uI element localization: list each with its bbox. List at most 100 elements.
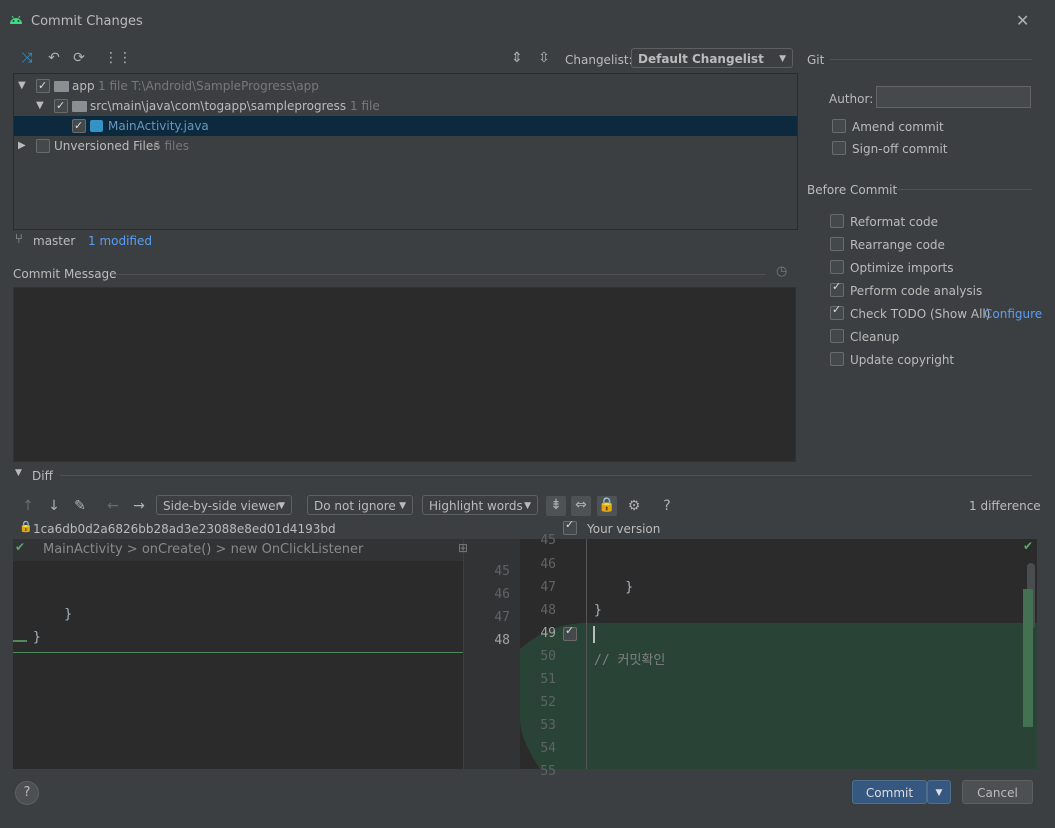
expand-icon[interactable]: ⊞ (458, 541, 468, 555)
breadcrumb-class[interactable]: MainActivity (43, 542, 123, 557)
left-gutter: ⊞ 45 46 47 48 (458, 539, 520, 769)
branch-name[interactable]: master (33, 234, 75, 248)
lock-icon[interactable]: 🔒 (597, 496, 617, 516)
chevron-down-icon: ▼ (278, 501, 285, 511)
back-icon[interactable]: ← (104, 497, 122, 515)
checkbox[interactable] (72, 116, 86, 136)
breadcrumb-method[interactable]: onCreate() (142, 542, 212, 557)
check-todo-checkbox[interactable] (830, 303, 844, 320)
rearrange-checkbox[interactable] (830, 237, 844, 251)
code-line: } (33, 630, 41, 645)
line-number: 53 (540, 718, 556, 733)
checkbox[interactable] (54, 96, 68, 116)
previous-diff-icon[interactable]: ↑ (19, 497, 37, 515)
line-number: 47 (540, 580, 556, 595)
optimize-imports-label: Optimize imports (850, 261, 954, 275)
commit-message-input[interactable] (13, 287, 796, 462)
tree-item-meta: 6 files (153, 139, 189, 153)
tree-row-app[interactable]: ▼ app 1 file T:\Android\SampleProgress\a… (14, 76, 797, 96)
close-icon[interactable]: ✕ (1016, 11, 1029, 30)
commit-options-dropdown[interactable]: ▼ (927, 780, 951, 804)
cleanup-checkbox[interactable] (830, 329, 844, 343)
expand-icon[interactable]: ▶ (18, 136, 26, 156)
expand-all-icon[interactable]: ⇕ (508, 49, 526, 67)
code-analysis-label: Perform code analysis (850, 284, 983, 298)
sync-scroll-icon[interactable]: ⇔ (571, 496, 591, 516)
expand-icon[interactable]: ▼ (36, 96, 44, 116)
include-change-checkbox[interactable] (563, 624, 577, 641)
git-section-label: Git (807, 53, 825, 67)
group-by-icon[interactable]: ⋮⋮ (104, 49, 132, 67)
checkbox[interactable] (36, 139, 50, 153)
changelist-select[interactable]: Default Changelist ▼ (631, 48, 793, 68)
breadcrumb-sep: > (126, 542, 138, 557)
cleanup-label: Cleanup (850, 330, 900, 344)
code-analysis-checkbox[interactable] (830, 280, 844, 297)
highlight-value: Highlight words (429, 499, 523, 513)
check-icon: ✔ (1023, 539, 1034, 553)
rollback-icon[interactable]: ↶ (45, 49, 63, 67)
breadcrumb-listener[interactable]: new OnClickListener (231, 542, 364, 557)
line-number: 47 (494, 610, 510, 625)
insertion-line (13, 652, 463, 653)
include-checkbox[interactable] (563, 518, 577, 535)
edit-source-icon[interactable]: ✎ (71, 497, 89, 515)
changelist-label: Changelist: (565, 53, 633, 67)
viewer-value: Side-by-side viewer (163, 499, 281, 513)
left-revision: 1ca6db0d2a6826bb28ad3e23088e8ed01d4193bd (33, 522, 336, 536)
code-line: // 커밋확인 (594, 653, 666, 668)
branch-icon: ⑂ (15, 232, 23, 247)
gutter-divider (586, 539, 587, 769)
history-icon[interactable]: ◷ (776, 264, 787, 279)
help-icon[interactable]: ? (658, 497, 676, 515)
java-file-icon (90, 120, 103, 132)
refresh-icon[interactable]: ⟳ (70, 49, 88, 67)
title-bar: Commit Changes ✕ (0, 0, 1055, 41)
author-input[interactable] (876, 86, 1031, 108)
update-copyright-label: Update copyright (850, 353, 955, 367)
modified-link[interactable]: 1 modified (88, 234, 152, 248)
update-copyright-checkbox[interactable] (830, 352, 844, 366)
reformat-checkbox[interactable] (830, 214, 844, 228)
tree-item-name: Unversioned Files (54, 139, 160, 153)
help-button[interactable]: ? (15, 781, 39, 805)
right-revision: Your version (587, 522, 661, 536)
diff-icon[interactable]: ⤨ (18, 49, 36, 67)
folder-icon (72, 101, 87, 112)
amend-checkbox[interactable] (832, 119, 846, 133)
line-number: 48 (494, 633, 510, 648)
collapse-unchanged-icon[interactable]: ⇟ (546, 496, 566, 516)
collapse-diff-icon[interactable]: ▼ (15, 468, 22, 478)
tree-row-unversioned[interactable]: ▶ Unversioned Files 6 files (14, 136, 797, 156)
gear-icon[interactable]: ⚙ (625, 497, 643, 515)
right-editor[interactable]: 45 46 47 48 49 50 51 52 53 54 55 } } // … (520, 533, 1037, 779)
line-number: 52 (540, 695, 556, 710)
checkbox[interactable] (36, 76, 50, 96)
check-todo-label: Check TODO (Show All) (850, 307, 991, 321)
tree-row-package[interactable]: ▼ src\main\java\com\togapp\sampleprogres… (14, 96, 797, 116)
expand-icon[interactable]: ▼ (18, 76, 26, 96)
next-diff-icon[interactable]: ↓ (45, 497, 63, 515)
commit-button[interactable]: Commit (852, 780, 927, 804)
ignore-select[interactable]: Do not ignore ▼ (307, 495, 413, 515)
highlight-select[interactable]: Highlight words ▼ (422, 495, 538, 515)
left-editor[interactable]: ✔ MainActivity > onCreate() > new OnClic… (13, 539, 463, 769)
cancel-button[interactable]: Cancel (962, 780, 1033, 804)
line-number: 48 (540, 603, 556, 618)
ignore-value: Do not ignore (314, 499, 396, 513)
signoff-label: Sign-off commit (852, 142, 948, 156)
breadcrumb: ✔ MainActivity > onCreate() > new OnClic… (13, 539, 463, 561)
line-number: 49 (540, 626, 556, 641)
separator (112, 274, 766, 275)
forward-icon[interactable]: → (130, 497, 148, 515)
tree-row-file[interactable]: MainActivity.java (14, 116, 797, 136)
viewer-select[interactable]: Side-by-side viewer ▼ (156, 495, 292, 515)
tree-item-name: app (72, 79, 95, 93)
optimize-imports-checkbox[interactable] (830, 260, 844, 274)
configure-link[interactable]: Configure (984, 307, 1042, 321)
line-number: 46 (540, 557, 556, 572)
signoff-checkbox[interactable] (832, 141, 846, 155)
separator (897, 189, 1032, 190)
line-number: 54 (540, 741, 556, 756)
collapse-all-icon[interactable]: ⇳ (535, 49, 553, 67)
